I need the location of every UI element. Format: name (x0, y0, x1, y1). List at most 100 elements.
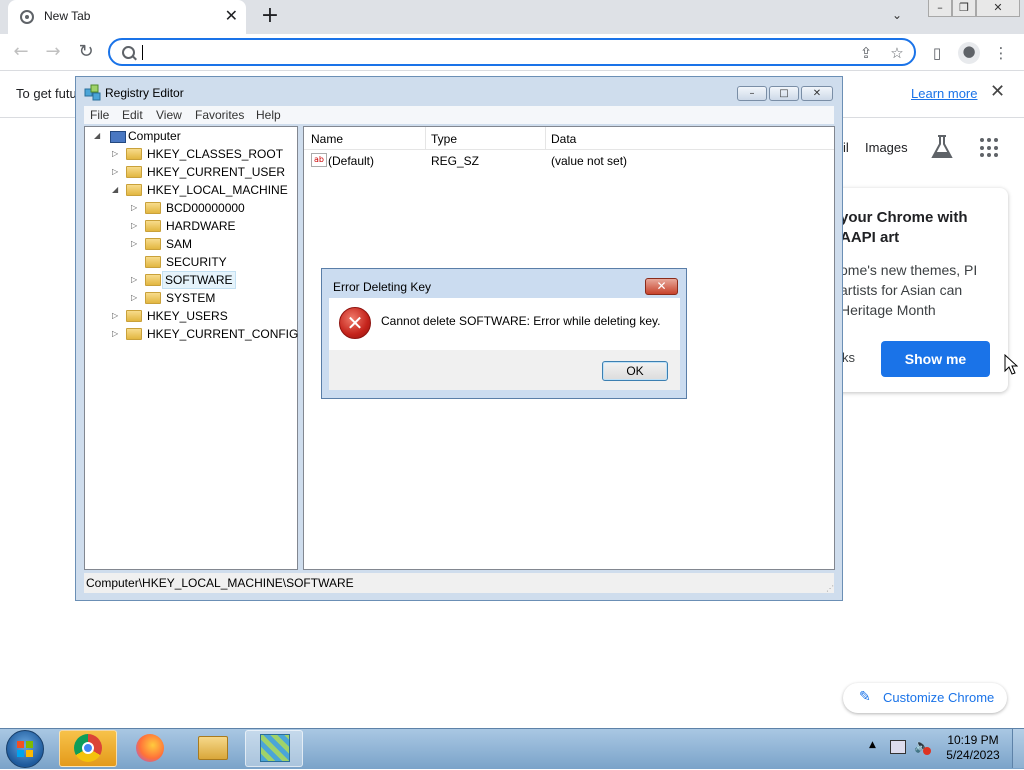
menu-view[interactable]: View (156, 108, 182, 122)
error-icon: ✕ (339, 307, 371, 339)
collapsed-arrow-icon[interactable]: ▷ (131, 217, 139, 235)
ok-button[interactable]: OK (602, 361, 668, 381)
close-window-button[interactable]: ✕ (976, 0, 1020, 17)
menu-favorites[interactable]: Favorites (195, 108, 244, 122)
folder-icon (145, 292, 161, 304)
column-name[interactable]: Name (311, 132, 343, 146)
regedit-minimize-button[interactable]: – (737, 86, 767, 101)
volume-muted-icon[interactable]: 🔈 (914, 739, 931, 755)
column-type[interactable]: Type (431, 132, 457, 146)
column-divider[interactable] (425, 127, 426, 149)
forward-button[interactable]: → (42, 41, 64, 63)
mouse-cursor-icon (1004, 353, 1019, 379)
reload-button[interactable]: ↻ (75, 41, 97, 63)
value-data: (value not set) (551, 154, 628, 168)
tree-node-hklm[interactable]: ◢ HKEY_LOCAL_MACHINE (112, 181, 292, 199)
tree-label: SECURITY (166, 255, 227, 269)
tree-node-hku[interactable]: ▷ HKEY_USERS (112, 307, 292, 325)
resize-grip-icon[interactable]: ⋰ (826, 584, 834, 593)
labs-flask-icon[interactable] (930, 134, 954, 160)
gmail-link[interactable]: il (843, 140, 849, 155)
profile-avatar-icon[interactable]: ● (958, 42, 980, 64)
value-name[interactable]: (Default) (328, 154, 374, 168)
chrome-favicon-icon (20, 10, 34, 24)
show-desktop-button[interactable] (1012, 729, 1024, 768)
tree-label: HARDWARE (166, 219, 236, 233)
tab-search-chevron-icon[interactable]: ⌄ (892, 8, 902, 22)
tree-label: SAM (166, 237, 193, 251)
collapsed-arrow-icon[interactable]: ▷ (112, 307, 120, 325)
collapsed-arrow-icon[interactable]: ▷ (112, 325, 120, 343)
tree-node-bcd[interactable]: ▷ BCD00000000 (131, 199, 291, 217)
column-data[interactable]: Data (551, 132, 576, 146)
network-icon[interactable] (890, 740, 906, 754)
expanded-arrow-icon[interactable]: ◢ (94, 127, 102, 145)
promo-no-thanks-link[interactable]: ks (842, 350, 855, 365)
search-icon (122, 46, 135, 59)
info-bar-close-icon[interactable]: ✕ (990, 81, 1005, 102)
promo-heading: your Chrome with AAPI art (840, 209, 968, 246)
column-divider[interactable] (545, 127, 546, 149)
tree-node-system[interactable]: ▷ SYSTEM (131, 289, 291, 307)
address-bar[interactable] (108, 38, 916, 66)
collapsed-arrow-icon[interactable]: ▷ (131, 235, 139, 253)
new-tab-button[interactable]: + (258, 4, 282, 28)
dialog-close-button[interactable]: ✕ (645, 278, 678, 295)
tree-label-selected: SOFTWARE (162, 271, 236, 289)
collapsed-arrow-icon[interactable]: ▷ (131, 271, 139, 289)
apps-grid-icon[interactable] (980, 138, 1000, 158)
tab-close-button[interactable]: ✕ (225, 7, 238, 25)
tab-title: New Tab (44, 9, 91, 23)
collapsed-arrow-icon[interactable]: ▷ (112, 163, 120, 181)
folder-icon (145, 202, 161, 214)
collapsed-arrow-icon[interactable]: ▷ (131, 289, 139, 307)
tree-node-security[interactable]: SECURITY (131, 253, 291, 271)
tree-node-hkcc[interactable]: ▷ HKEY_CURRENT_CONFIG (112, 325, 298, 343)
registry-editor-title: Registry Editor (105, 86, 184, 100)
folder-icon (145, 238, 161, 250)
bookmark-star-icon[interactable]: ☆ (888, 44, 906, 62)
side-panel-icon[interactable]: ▯ (928, 44, 946, 62)
registry-editor-icon (84, 84, 102, 102)
show-hidden-icons-icon[interactable]: ▲ (869, 740, 876, 750)
images-link[interactable]: Images (865, 140, 908, 155)
show-me-button[interactable]: Show me (881, 341, 990, 377)
menu-edit[interactable]: Edit (122, 108, 143, 122)
tree-node-hkcu[interactable]: ▷ HKEY_CURRENT_USER (112, 163, 292, 181)
expanded-arrow-icon[interactable]: ◢ (112, 181, 120, 199)
menu-help[interactable]: Help (256, 108, 281, 122)
tree-label: HKEY_CURRENT_USER (147, 165, 286, 179)
tree-node-hkcr[interactable]: ▷ HKEY_CLASSES_ROOT (112, 145, 292, 163)
learn-more-link[interactable]: Learn more (911, 86, 977, 101)
folder-icon (126, 148, 142, 160)
promo-body: ome's new themes, PI artists for Asian c… (840, 262, 978, 318)
share-icon[interactable]: ⇪ (857, 44, 875, 62)
regedit-maximize-button[interactable]: □ (769, 86, 799, 101)
tree-node-hardware[interactable]: ▷ HARDWARE (131, 217, 291, 235)
collapsed-arrow-icon[interactable]: ▷ (112, 145, 120, 163)
tree-node-software[interactable]: ▷ SOFTWARE (131, 271, 291, 289)
tab-new-tab[interactable]: New Tab ✕ (8, 0, 246, 34)
info-bar-text: To get futu (16, 86, 77, 101)
folder-icon (126, 310, 142, 322)
start-button[interactable] (6, 730, 44, 768)
tree-node-computer[interactable]: ◢ Computer (94, 127, 294, 145)
tree-node-sam[interactable]: ▷ SAM (131, 235, 291, 253)
clock[interactable]: 10:19 PM 5/24/2023 (938, 733, 1008, 763)
regedit-close-button[interactable]: ✕ (801, 86, 833, 101)
tree-label: SYSTEM (166, 291, 216, 305)
chrome-icon (74, 734, 102, 762)
pencil-icon: ✎ (859, 689, 871, 705)
computer-icon (110, 131, 126, 143)
minimize-button[interactable]: – (928, 0, 952, 17)
collapsed-arrow-icon[interactable]: ▷ (131, 199, 139, 217)
tree-label: HKEY_USERS (147, 309, 228, 323)
back-button[interactable]: ← (10, 41, 32, 63)
customize-chrome-button[interactable]: ✎ Customize Chrome (843, 683, 1007, 713)
folder-icon (145, 220, 161, 232)
restore-button[interactable]: ❐ (952, 0, 976, 17)
kebab-menu-icon[interactable]: ⋮ (992, 44, 1010, 62)
folder-icon (145, 274, 161, 286)
firefox-icon (136, 734, 164, 762)
menu-file[interactable]: File (90, 108, 109, 122)
